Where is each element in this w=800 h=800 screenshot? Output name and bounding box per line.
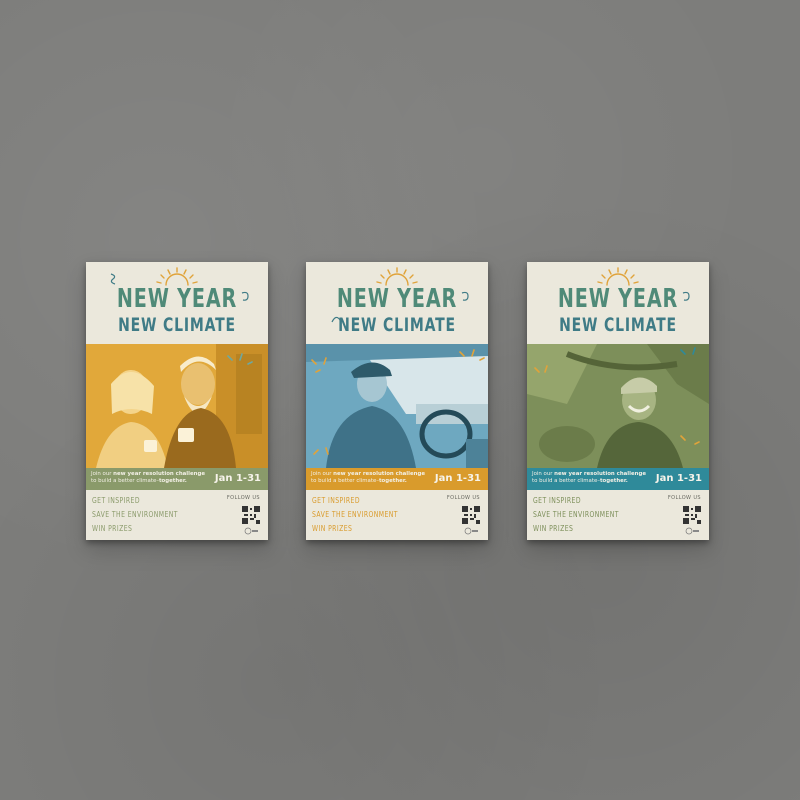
follow-us-label: FOLLOW US: [226, 495, 260, 501]
poster-title-line1: NEW YEAR: [557, 284, 679, 314]
poster-footer: GET INSPIRED SAVE THE ENVIRONMENT WIN PR…: [86, 490, 268, 540]
poster-title-line2: NEW CLIMATE: [559, 314, 677, 336]
logo-icon: [244, 527, 258, 535]
event-dates: Jan 1-31: [214, 473, 261, 484]
challenge-band: Join our new year resolution challenge t…: [86, 468, 268, 490]
confetti-icon: [680, 435, 700, 445]
poster-title-line2: NEW CLIMATE: [118, 314, 236, 336]
event-dates: Jan 1-31: [655, 473, 702, 484]
poster-2: NEW YEAR NEW CLIMATE Join our new year r…: [306, 262, 488, 540]
poster-3: NEW YEAR NEW CLIMATE Join our new year r…: [527, 262, 709, 540]
bullet-win-prizes: WIN PRIZES: [92, 524, 133, 533]
confetti-icon: [311, 357, 327, 373]
poster-footer: GET INSPIRED SAVE THE ENVIRONMENT WIN PR…: [527, 490, 709, 540]
bullet-save-environment: SAVE THE ENVIRONMENT: [312, 510, 398, 519]
confetti-icon: [227, 353, 253, 365]
follow-us-label: FOLLOW US: [446, 495, 480, 501]
poster-title-line2: NEW CLIMATE: [338, 314, 456, 336]
poster-1: NEW YEAR NEW CLIMATE Join our new year r…: [86, 262, 268, 540]
poster-photo-man-planting-tree: [527, 344, 709, 468]
qr-code-icon: [242, 506, 260, 524]
event-dates: Jan 1-31: [434, 473, 481, 484]
follow-us-label: FOLLOW US: [667, 495, 701, 501]
confetti-icon: [459, 349, 485, 361]
challenge-band: Join our new year resolution challenge t…: [527, 468, 709, 490]
challenge-text: Join our new year resolution challenge t…: [311, 471, 425, 484]
qr-code-icon: [462, 506, 480, 524]
confetti-icon: [534, 365, 548, 373]
poster-title-line1: NEW YEAR: [336, 284, 458, 314]
bullet-get-inspired: GET INSPIRED: [92, 496, 140, 505]
logo-icon: [464, 527, 478, 535]
challenge-text: Join our new year resolution challenge t…: [532, 471, 646, 484]
bullet-get-inspired: GET INSPIRED: [312, 496, 360, 505]
poster-title-line1: NEW YEAR: [116, 284, 238, 314]
logo-icon: [685, 527, 699, 535]
bullet-get-inspired: GET INSPIRED: [533, 496, 581, 505]
confetti-icon: [680, 347, 696, 355]
poster-photo-couple-with-mugs: [86, 344, 268, 468]
confetti-icon: [313, 447, 329, 455]
bullet-win-prizes: WIN PRIZES: [312, 524, 353, 533]
bullet-save-environment: SAVE THE ENVIRONMENT: [92, 510, 178, 519]
challenge-band: Join our new year resolution challenge t…: [306, 468, 488, 490]
challenge-text: Join our new year resolution challenge t…: [91, 471, 205, 484]
bullet-win-prizes: WIN PRIZES: [533, 524, 574, 533]
poster-photo-man-driving: [306, 344, 488, 468]
qr-code-icon: [683, 506, 701, 524]
bullet-save-environment: SAVE THE ENVIRONMENT: [533, 510, 619, 519]
poster-footer: GET INSPIRED SAVE THE ENVIRONMENT WIN PR…: [306, 490, 488, 540]
